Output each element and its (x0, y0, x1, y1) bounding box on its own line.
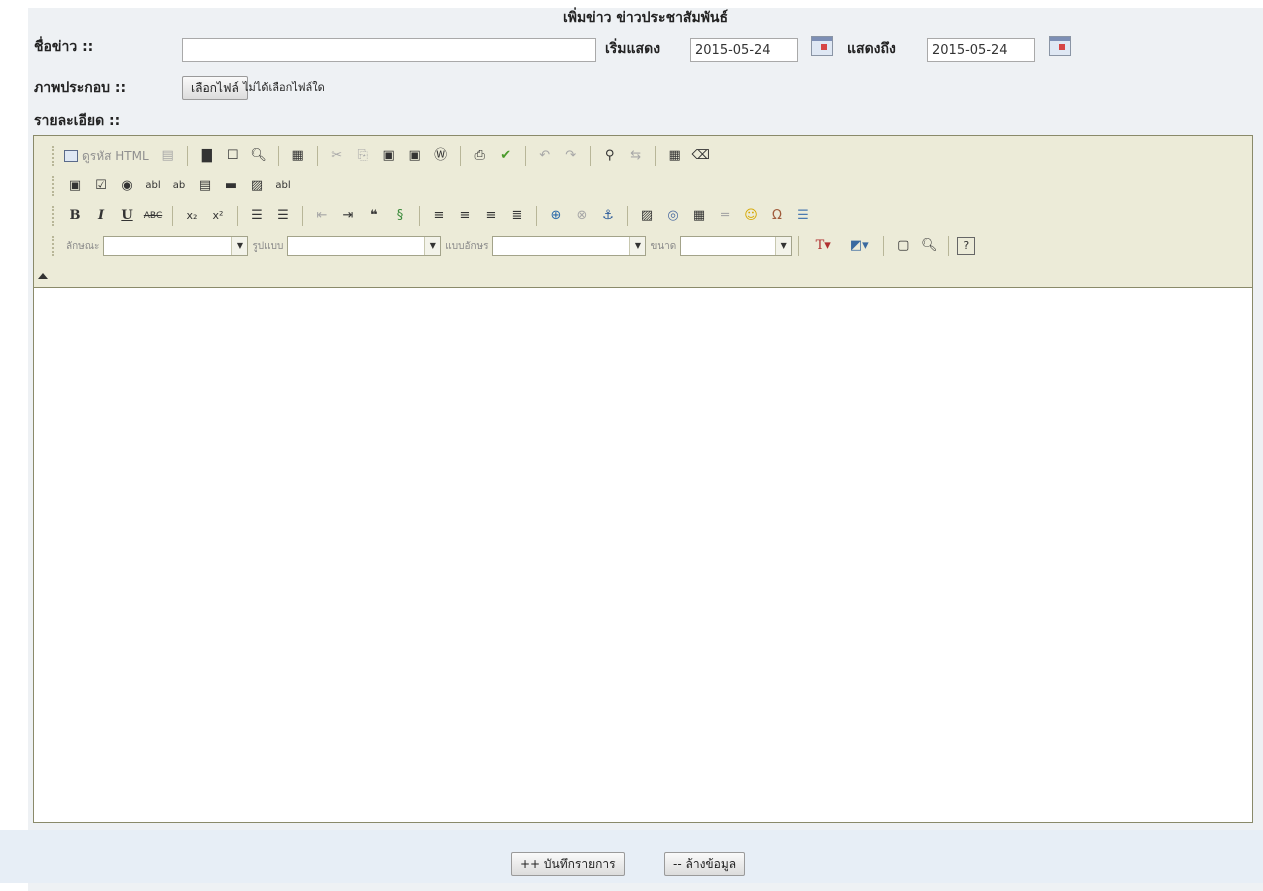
align-left-icon[interactable]: ≡ (428, 205, 450, 227)
cut-icon[interactable]: ✂ (326, 145, 348, 167)
font-label: แบบอักษร (445, 240, 489, 252)
justify-icon[interactable]: ≣ (506, 205, 528, 227)
format-select[interactable]: ▼ (287, 236, 442, 256)
ordered-list-icon[interactable]: ☰ (246, 205, 268, 227)
calendar-icon[interactable] (1049, 36, 1071, 56)
link-icon[interactable]: ⊕ (545, 205, 567, 227)
source-icon (64, 150, 78, 162)
find-icon[interactable]: ⚲ (599, 145, 621, 167)
clear-button[interactable]: -- ล้างข้อมูล (664, 852, 746, 876)
horizontal-rule-icon[interactable]: ═ (714, 205, 736, 227)
anchor-icon[interactable]: ⚓ (597, 205, 619, 227)
save-icon[interactable]: ▇ (196, 145, 218, 167)
align-center-icon[interactable]: ≡ (454, 205, 476, 227)
image-button-icon[interactable]: ▨ (246, 175, 268, 197)
textarea-icon[interactable]: ab (168, 175, 190, 197)
special-char-icon[interactable]: Ω (766, 205, 788, 227)
page-break-icon[interactable]: ☰ (792, 205, 814, 227)
replace-icon[interactable]: ⇆ (625, 145, 647, 167)
form-footer (0, 830, 1263, 883)
hidden-field-icon[interactable]: abl (272, 175, 294, 197)
toolbar-row-4: ลักษณะ ▼ รูปแบบ ▼ แบบอักษร ▼ ขนาด ▼ T▾ ◩… (52, 232, 977, 260)
form-icon[interactable]: ▣ (64, 175, 86, 197)
copy-icon[interactable]: ⎘ (352, 145, 374, 167)
news-title-input[interactable] (182, 38, 596, 62)
redo-icon[interactable]: ↷ (560, 145, 582, 167)
outdent-icon[interactable]: ⇤ (311, 205, 333, 227)
unordered-list-icon[interactable]: ☰ (272, 205, 294, 227)
paste-icon[interactable]: ▣ (378, 145, 400, 167)
paste-text-icon[interactable]: ▦ (287, 145, 309, 167)
image-icon[interactable]: ▨ (636, 205, 658, 227)
font-select[interactable]: ▼ (492, 236, 647, 256)
source-button[interactable]: ดูรหัส HTML (64, 145, 153, 167)
toolbar-row-3: B I U ABC x₂ x² ☰ ☰ ⇤ ⇥ ❝ § ≡ ≡ ≡ ≣ ⊕ ⊗ … (52, 202, 816, 230)
start-date-input[interactable] (690, 38, 798, 62)
style-label: ลักษณะ (66, 240, 100, 252)
source-button-label: ดูรหัส HTML (82, 149, 149, 163)
toolbar-grip (52, 206, 56, 226)
page-title: เพิ่มข่าว ข่าวประชาสัมพันธ์ (562, 10, 729, 26)
button-icon[interactable]: ▬ (220, 175, 242, 197)
collapse-toolbar-icon[interactable] (38, 273, 48, 279)
preview-icon[interactable]: 🔍︎ (248, 145, 270, 167)
flash-icon[interactable]: ◎ (662, 205, 684, 227)
end-date-label: แสดงถึง (847, 41, 896, 57)
templates-icon[interactable]: ▤ (157, 145, 179, 167)
calendar-icon[interactable] (811, 36, 833, 56)
size-select[interactable]: ▼ (680, 236, 793, 256)
choose-file-button[interactable]: เลือกไฟล์ (182, 76, 248, 100)
image-label: ภาพประกอบ :: (34, 80, 127, 96)
print-icon[interactable]: ⎙ (469, 145, 491, 167)
maximize-icon[interactable]: ▢ (892, 235, 914, 257)
format-label: รูปแบบ (252, 240, 284, 252)
end-date-input[interactable] (927, 38, 1035, 62)
strike-icon[interactable]: ABC (142, 205, 164, 227)
select-icon[interactable]: ▤ (194, 175, 216, 197)
spellcheck-icon[interactable]: ✔ (495, 145, 517, 167)
file-status-text: ไม่ได้เลือกไฟล์ใด (243, 81, 325, 94)
subscript-icon[interactable]: x₂ (181, 205, 203, 227)
underline-icon[interactable]: U (116, 205, 138, 227)
italic-icon[interactable]: I (90, 205, 112, 227)
undo-icon[interactable]: ↶ (534, 145, 556, 167)
bold-icon[interactable]: B (64, 205, 86, 227)
save-button[interactable]: ++ บันทึกรายการ (511, 852, 625, 876)
paste-word-icon[interactable]: Ⓦ (430, 145, 452, 167)
show-blocks-icon[interactable]: 🔍︎ (918, 235, 940, 257)
smiley-icon[interactable]: ☺ (740, 205, 762, 227)
new-page-icon[interactable]: ☐ (222, 145, 244, 167)
detail-label: รายละเอียด :: (34, 113, 121, 129)
toolbar-grip (52, 236, 56, 256)
radio-icon[interactable]: ◉ (116, 175, 138, 197)
editor-content-area[interactable] (34, 288, 1252, 822)
size-label: ขนาด (650, 240, 677, 252)
textfield-icon[interactable]: abl (142, 175, 164, 197)
editor-toolbar: ดูรหัส HTML ▤ ▇ ☐ 🔍︎ ▦ ✂ ⎘ ▣ ▣ Ⓦ ⎙ ✔ ↶ ↷… (34, 136, 1252, 288)
checkbox-icon[interactable]: ☑ (90, 175, 112, 197)
style-select[interactable]: ▼ (103, 236, 249, 256)
toolbar-grip (52, 146, 56, 166)
select-all-icon[interactable]: ▦ (664, 145, 686, 167)
text-color-icon[interactable]: T▾ (807, 235, 839, 257)
blockquote-icon[interactable]: ❝ (363, 205, 385, 227)
superscript-icon[interactable]: x² (207, 205, 229, 227)
toolbar-row-1: ดูรหัส HTML ▤ ▇ ☐ 🔍︎ ▦ ✂ ⎘ ▣ ▣ Ⓦ ⎙ ✔ ↶ ↷… (52, 142, 714, 170)
align-right-icon[interactable]: ≡ (480, 205, 502, 227)
indent-icon[interactable]: ⇥ (337, 205, 359, 227)
about-icon[interactable]: ? (957, 237, 976, 255)
news-title-label: ชื่อข่าว :: (34, 39, 94, 55)
paste-plain-icon[interactable]: ▣ (404, 145, 426, 167)
start-date-label: เริ่มแสดง (605, 41, 661, 57)
table-icon[interactable]: ▦ (688, 205, 710, 227)
bg-color-icon[interactable]: ◩▾ (843, 235, 875, 257)
unlink-icon[interactable]: ⊗ (571, 205, 593, 227)
rich-text-editor: ดูรหัส HTML ▤ ▇ ☐ 🔍︎ ▦ ✂ ⎘ ▣ ▣ Ⓦ ⎙ ✔ ↶ ↷… (33, 135, 1253, 823)
div-icon[interactable]: § (389, 205, 411, 227)
toolbar-row-2: ▣ ☑ ◉ abl ab ▤ ▬ ▨ abl (52, 172, 296, 200)
toolbar-grip (52, 176, 56, 196)
remove-format-icon[interactable]: ⌫ (690, 145, 712, 167)
